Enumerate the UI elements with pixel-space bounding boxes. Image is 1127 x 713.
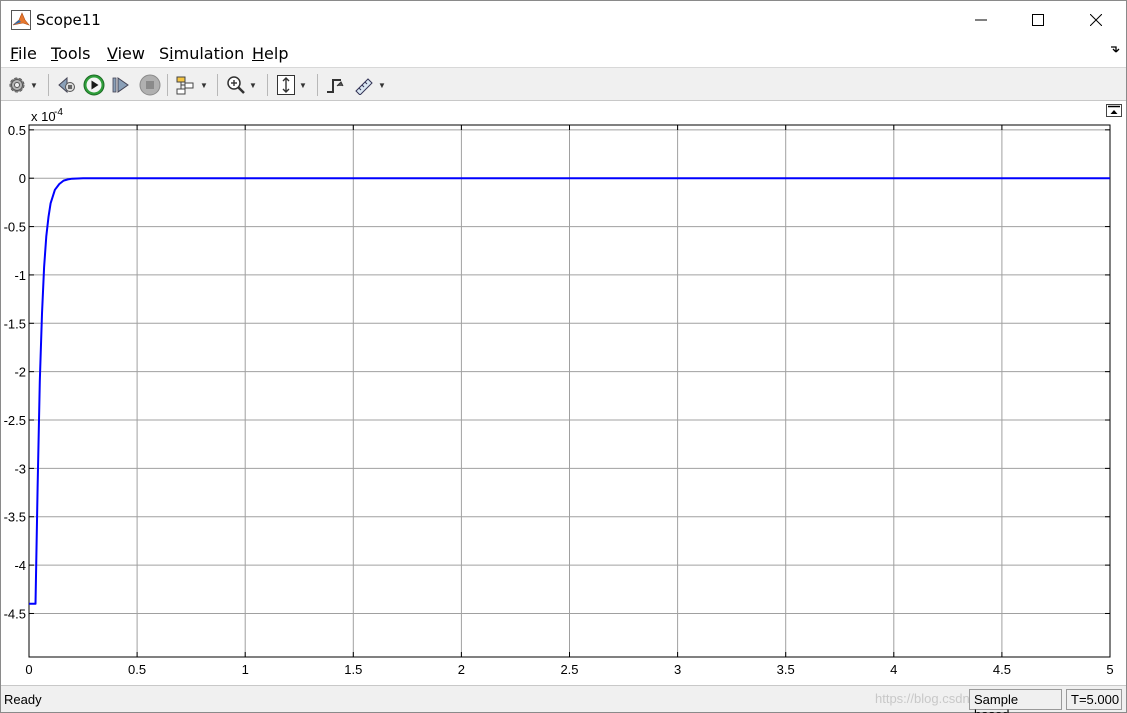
highlight-model-button[interactable]: ▼	[175, 73, 208, 97]
toolbar-separator	[267, 74, 268, 96]
undock-button[interactable]	[1106, 104, 1122, 117]
dropdown-arrow-icon[interactable]: ▼	[30, 81, 38, 90]
menu-help[interactable]: Help	[252, 44, 288, 63]
highlight-model-icon	[176, 76, 194, 95]
plot-region: 0 0.5 1 1.5 2 2.5 3 3.5 4 4.5 5 0.5 0 -0.5 -1 -1.5 -2 -2.…	[1, 102, 1126, 685]
measurements-button[interactable]: ▼	[353, 73, 386, 97]
maximize-button[interactable]	[1013, 1, 1063, 39]
x-tick-label: 5	[1106, 662, 1113, 677]
gear-icon	[9, 77, 25, 93]
run-button[interactable]	[83, 73, 105, 97]
y-tick-label: -0.5	[4, 220, 26, 235]
run-icon	[83, 74, 105, 96]
title-bar: Scope11	[1, 1, 1126, 39]
x-tick-label: 1.5	[344, 662, 362, 677]
x-tick-label: 0.5	[128, 662, 146, 677]
simulation-time: T=5.000	[1066, 689, 1122, 710]
menu-simulation[interactable]: Simulation	[159, 44, 244, 63]
toolbar-separator	[167, 74, 168, 96]
menu-view[interactable]: View	[107, 44, 145, 63]
scope-window: Scope11 File Tools View Simulation Help …	[0, 0, 1127, 713]
close-icon	[1090, 14, 1102, 26]
toolbar-separator	[48, 74, 49, 96]
y-tick-label: -2.5	[4, 413, 26, 428]
toolbar-separator	[217, 74, 218, 96]
y-tick-label: -3	[14, 461, 26, 476]
step-back-button[interactable]	[56, 73, 76, 97]
measurements-icon	[355, 78, 373, 95]
window-title: Scope11	[36, 11, 101, 29]
y-tick-label: 0	[19, 171, 26, 186]
minimize-icon	[975, 19, 987, 21]
undock-icon	[1108, 105, 1120, 114]
y-tick-label: -2	[14, 365, 26, 380]
step-forward-button[interactable]	[111, 73, 131, 97]
sample-mode-indicator: Sample based	[969, 689, 1062, 713]
trigger-button[interactable]	[325, 73, 345, 97]
scale-axes-button[interactable]: ▼	[276, 73, 307, 97]
status-ready: Ready	[4, 692, 42, 707]
y-tick-label: -4.5	[4, 606, 26, 621]
dock-arrow-icon[interactable]	[1110, 45, 1120, 55]
dropdown-arrow-icon[interactable]: ▼	[378, 81, 386, 90]
matlab-icon	[11, 10, 31, 30]
toolbar: ▼ ▼ ▼ ▼ ▼	[1, 67, 1126, 101]
stop-button[interactable]	[139, 73, 161, 97]
step-forward-icon	[112, 77, 129, 93]
y-tick-label: -1	[14, 268, 26, 283]
maximize-icon	[1032, 14, 1044, 26]
x-tick-label: 4	[890, 662, 897, 677]
y-tick-label: 0.5	[8, 123, 26, 138]
trigger-icon	[327, 79, 344, 93]
status-bar: Ready https://blog.csdn.net/ Sample base…	[1, 685, 1126, 713]
x-tick-label: 2.5	[560, 662, 578, 677]
x-tick-label: 3	[674, 662, 681, 677]
close-button[interactable]	[1071, 1, 1121, 39]
dropdown-arrow-icon[interactable]: ▼	[299, 81, 307, 90]
dropdown-arrow-icon[interactable]: ▼	[200, 81, 208, 90]
configuration-button[interactable]: ▼	[7, 73, 38, 97]
zoom-in-icon	[227, 76, 245, 94]
x-tick-label: 2	[458, 662, 465, 677]
dropdown-arrow-icon[interactable]: ▼	[249, 81, 257, 90]
menu-tools[interactable]: Tools	[51, 44, 90, 63]
y-tick-label: -3.5	[4, 510, 26, 525]
y-exponent-label: x 10	[31, 109, 56, 124]
zoom-in-button[interactable]: ▼	[226, 73, 257, 97]
y-tick-label: -4	[14, 558, 26, 573]
scale-axes-icon	[277, 75, 295, 95]
y-exponent-power: -4	[54, 107, 63, 118]
scope-display[interactable]: 0 0.5 1 1.5 2 2.5 3 3.5 4 4.5 5 0.5 0 -0.5 -1 -1.5 -2 -2.…	[1, 102, 1126, 685]
stop-icon	[139, 74, 161, 96]
x-tick-label: 3.5	[777, 662, 795, 677]
menu-file[interactable]: File	[10, 44, 37, 63]
y-tick-label: -1.5	[4, 316, 26, 331]
toolbar-separator	[317, 74, 318, 96]
x-tick-label: 4.5	[993, 662, 1011, 677]
minimize-button[interactable]	[956, 1, 1006, 39]
x-tick-label: 0	[25, 662, 32, 677]
menu-bar: File Tools View Simulation Help	[1, 39, 1126, 67]
step-back-icon	[58, 76, 75, 94]
x-tick-label: 1	[242, 662, 249, 677]
